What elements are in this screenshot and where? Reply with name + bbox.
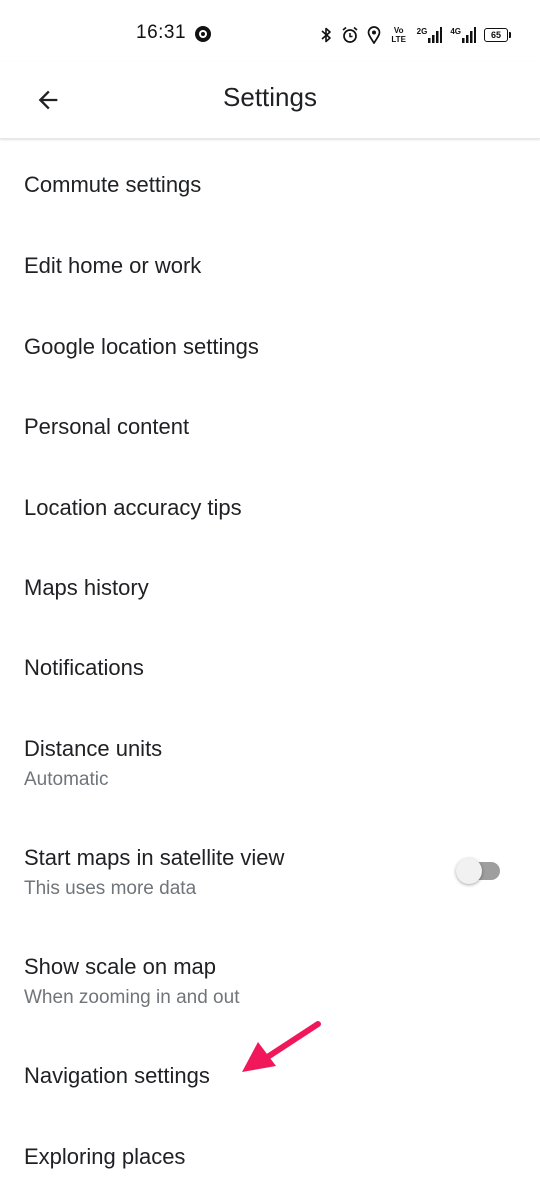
setting-distance-units[interactable]: Distance units Automatic bbox=[0, 703, 540, 811]
setting-label: Commute settings bbox=[24, 172, 202, 197]
volte-indicator: Vo LTE bbox=[391, 26, 406, 44]
setting-personal-content[interactable]: Personal content bbox=[0, 383, 540, 463]
satellite-view-toggle[interactable] bbox=[456, 858, 500, 884]
setting-label: Show scale on map bbox=[24, 954, 216, 979]
setting-maps-history[interactable]: Maps history bbox=[0, 543, 540, 623]
app-notification-icon bbox=[195, 26, 211, 42]
toggle-thumb bbox=[456, 858, 482, 884]
bluetooth-icon bbox=[321, 27, 331, 43]
setting-value: Automatic bbox=[24, 769, 109, 790]
setting-google-location[interactable]: Google location settings bbox=[0, 303, 540, 383]
status-bar: 16:31 Vo LTE 2G 4G 65 bbox=[0, 0, 540, 62]
location-icon bbox=[367, 26, 381, 44]
signal-4g: 4G bbox=[450, 27, 476, 43]
battery-icon: 65 bbox=[484, 28, 511, 42]
setting-description: This uses more data bbox=[24, 878, 197, 899]
setting-label: Navigation settings bbox=[24, 1063, 210, 1088]
annotation-arrow-icon bbox=[242, 1021, 321, 1072]
setting-satellite-view[interactable]: Start maps in satellite view This uses m… bbox=[0, 811, 540, 921]
setting-label: Distance units bbox=[24, 736, 163, 761]
signal-bars-icon bbox=[428, 27, 443, 43]
setting-label: Personal content bbox=[24, 414, 190, 439]
battery-level: 65 bbox=[490, 30, 501, 40]
setting-label: Notifications bbox=[24, 655, 144, 680]
setting-description: When zooming in and out bbox=[24, 987, 240, 1008]
signal-bars-icon bbox=[462, 27, 476, 43]
alarm-icon bbox=[342, 26, 358, 43]
app-bar: Settings bbox=[0, 62, 540, 139]
setting-notifications[interactable]: Notifications bbox=[0, 623, 540, 703]
setting-label: Start maps in satellite view bbox=[24, 845, 285, 870]
setting-location-accuracy-tips[interactable]: Location accuracy tips bbox=[0, 463, 540, 543]
signal-2g: 2G bbox=[417, 27, 443, 43]
setting-edit-home-work[interactable]: Edit home or work bbox=[0, 223, 540, 303]
status-icons: Vo LTE 2G 4G 65 bbox=[319, 22, 511, 48]
setting-label: Google location settings bbox=[24, 334, 259, 359]
setting-label: Exploring places bbox=[24, 1144, 186, 1169]
setting-label: Location accuracy tips bbox=[24, 495, 242, 520]
setting-exploring-places[interactable]: Exploring places bbox=[0, 1111, 540, 1200]
setting-commute[interactable]: Commute settings bbox=[0, 139, 540, 223]
page-title: Settings bbox=[223, 82, 317, 112]
setting-label: Edit home or work bbox=[24, 253, 202, 278]
setting-label: Maps history bbox=[24, 575, 149, 600]
setting-show-scale[interactable]: Show scale on map When zooming in and ou… bbox=[0, 921, 540, 1031]
status-time: 16:31 bbox=[136, 22, 187, 43]
